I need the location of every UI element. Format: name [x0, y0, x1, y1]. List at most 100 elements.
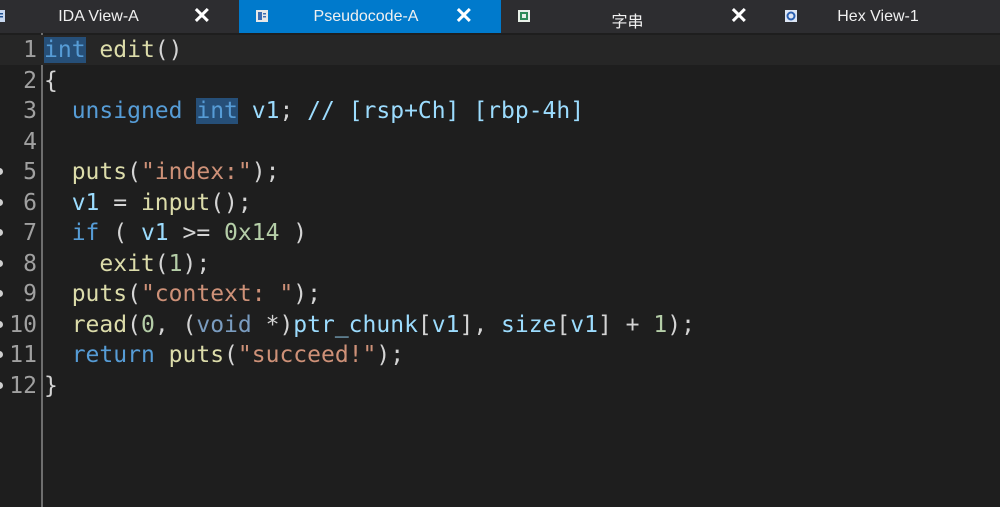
tab-ida-view-a[interactable]: IDA View-A ✕	[0, 0, 239, 33]
code-token: );	[251, 159, 280, 185]
code-token: {	[44, 67, 58, 94]
line-number: 2	[23, 67, 37, 94]
code-token: ],	[459, 311, 502, 338]
code-token: void	[196, 311, 252, 338]
line-number: 6	[23, 189, 37, 216]
code-token: "index:"	[140, 159, 252, 185]
code-token: )	[279, 220, 308, 246]
code-token: "succeed!"	[237, 342, 377, 368]
code-token: 0x14	[224, 220, 280, 246]
code-text: if ( v1 >= 0x14 )	[44, 218, 307, 248]
code-token: );	[182, 250, 211, 277]
close-icon[interactable]: ✕	[730, 4, 748, 28]
code-token: size	[501, 311, 557, 338]
code-line[interactable]: 2{	[0, 66, 1000, 96]
pseudocode-editor[interactable]: 1 int edit() 2{3 unsigned int v1; // [rsp+…	[0, 33, 1000, 507]
code-token: exit	[99, 250, 155, 277]
code-token: *)	[251, 311, 294, 338]
close-icon[interactable]: ✕	[455, 4, 473, 28]
code-text: }	[44, 371, 58, 401]
code-text: read(0, (void *)ptr_chunk[v1], size[v1] …	[44, 310, 695, 340]
line-number: 1	[23, 37, 37, 63]
code-token: );	[376, 342, 405, 368]
close-icon[interactable]: ✕	[193, 4, 211, 28]
code-token: v1	[570, 311, 598, 338]
code-text: puts("context: ");	[44, 279, 321, 309]
code-token: input	[140, 189, 211, 216]
code-token: ()	[154, 37, 183, 63]
code-token: v1	[71, 189, 100, 216]
code-token: int	[44, 37, 86, 63]
line-number: 4	[23, 128, 37, 155]
tab-hex-view-1[interactable]: Hex View-1	[768, 0, 1000, 33]
code-token: (	[154, 250, 169, 277]
code-token: (	[127, 311, 141, 338]
code-token: );	[293, 281, 321, 307]
line-number: 7	[23, 220, 37, 246]
code-token: ptr_chunk	[293, 311, 418, 338]
code-text: v1 = input();	[44, 188, 252, 218]
code-token: , (	[154, 311, 197, 338]
code-token: 0	[140, 311, 155, 338]
line-number: 8	[23, 250, 37, 277]
code-token: ] +	[597, 311, 654, 338]
code-token: (	[99, 220, 141, 246]
code-line[interactable]: 8 exit(1);	[0, 249, 1000, 279]
code-text: return puts("succeed!");	[44, 340, 404, 370]
code-line[interactable]: 3 unsigned int v1; // [rsp+Ch] [rbp-4h]	[0, 96, 1000, 126]
code-token: (	[224, 342, 238, 368]
code-token: v1	[251, 98, 280, 124]
code-token: int	[196, 98, 238, 124]
code-token: );	[667, 311, 695, 338]
tab-label: 字串	[611, 14, 644, 31]
code-line[interactable]: 5 puts("index:");	[0, 157, 1000, 187]
code-token: 1	[168, 250, 183, 277]
code-token: puts	[71, 159, 128, 185]
code-token: unsigned	[71, 98, 183, 124]
code-line[interactable]: 4	[0, 127, 1000, 157]
code-token: if	[71, 220, 100, 246]
code-token: puts	[71, 281, 128, 307]
code-token: read	[71, 311, 128, 338]
code-token: puts	[168, 342, 225, 368]
code-line[interactable]: 11 return puts("succeed!");	[0, 340, 1000, 370]
code-line[interactable]: 10 read(0, (void *)ptr_chunk[v1], size[v…	[0, 310, 1000, 340]
code-token: (	[127, 281, 141, 307]
code-token: }	[44, 372, 58, 399]
code-token: 1	[653, 311, 668, 338]
line-number: 3	[23, 98, 37, 124]
tab-strings[interactable]: 字串 ✕	[501, 0, 768, 33]
code-token: >=	[168, 220, 225, 246]
code-token: [	[556, 311, 571, 338]
code-text: {	[44, 66, 58, 96]
code-line[interactable]: 9 puts("context: ");	[0, 279, 1000, 309]
code-token: return	[71, 342, 155, 368]
code-token: // [rsp+Ch] [rbp-4h]	[307, 98, 585, 124]
code-token: =	[99, 189, 141, 216]
code-token: [	[417, 311, 432, 338]
code-token: ();	[210, 189, 252, 216]
code-token: v1	[431, 311, 460, 338]
code-token: "context: "	[140, 281, 294, 307]
line-number: 11	[9, 342, 37, 368]
tab-pseudocode-a[interactable]: Pseudocode-A ✕	[239, 0, 501, 33]
code-line[interactable]: 1 int edit()	[0, 35, 1000, 65]
code-text: puts("index:");	[44, 157, 280, 187]
code-line[interactable]: 12}	[0, 371, 1000, 401]
code-token: v1	[140, 220, 169, 246]
code-token: edit	[99, 37, 155, 63]
code-line[interactable]: 7 if ( v1 >= 0x14 )	[0, 218, 1000, 248]
code-line[interactable]: 6 v1 = input();	[0, 188, 1000, 218]
tab-bar: IDA View-A ✕ Pseudocode-A ✕ 字串 ✕ Hex Vie…	[0, 0, 1000, 33]
